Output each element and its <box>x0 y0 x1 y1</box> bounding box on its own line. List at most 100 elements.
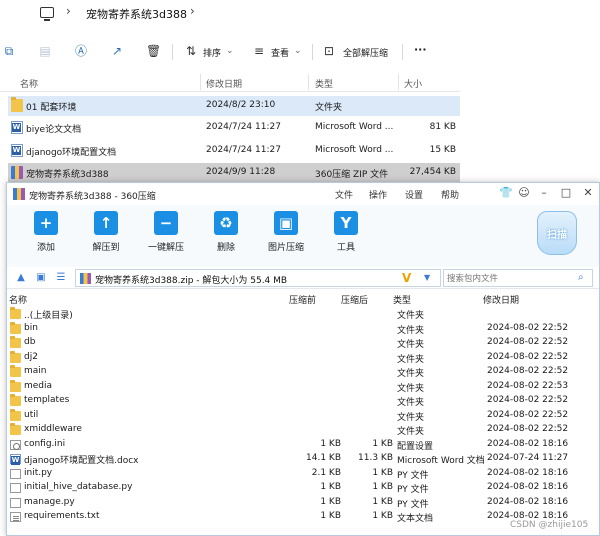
up-arrow-icon[interactable]: ▲ <box>15 272 27 283</box>
explorer-file-row[interactable]: 01 配套环境 2024/8/2 23:10 文件夹 <box>8 96 460 116</box>
scan-button[interactable]: 扫描 <box>537 211 577 255</box>
zip-file-row[interactable]: djanogo环境配置文档.docx 14.1 KB 11.3 KB Microsof… <box>7 452 599 467</box>
share-icon[interactable]: ↗ <box>110 44 124 58</box>
extract-all-icon[interactable]: ⊡ <box>322 44 336 58</box>
column-name[interactable]: 名称 <box>20 77 38 90</box>
dropdown-arrow-icon[interactable]: ▼ <box>424 273 430 282</box>
column-compressed-before[interactable]: 压缩前 <box>289 293 316 306</box>
zip-file-row[interactable]: xmiddleware 文件夹 2024-08-02 22:52 <box>7 423 599 438</box>
zip-file-row[interactable]: templates 文件夹 2024-08-02 22:52 <box>7 394 599 409</box>
zip-file-row[interactable]: initial_hive_database.py 1 KB 1 KB PY 文件 202… <box>7 481 599 496</box>
file-name: djanogo环境配置文档 <box>26 148 117 158</box>
explorer-file-row[interactable]: biye论文文档 2024/7/24 11:27 Microsoft Word … <box>8 118 460 138</box>
delete-label: 删除 <box>216 243 235 253</box>
file-date: 2024-08-02 22:52 <box>487 322 569 333</box>
feedback-icon[interactable]: ☺ <box>517 186 531 199</box>
text-file-icon <box>10 512 21 522</box>
chevron-down-icon[interactable]: ⌄ <box>226 46 234 56</box>
file-date: 2024-08-02 22:52 <box>487 337 569 347</box>
recycle-icon: ♻ <box>214 211 238 235</box>
close-icon[interactable]: ✕ <box>581 186 595 199</box>
folder-icon <box>10 321 21 334</box>
menu-operation[interactable]: 操作 <box>369 188 387 201</box>
zip-address-bar: ▲ ▣ ☰ 宠物寄养系统3d388.zip - 解包大小为 55.4 MB V … <box>7 267 599 289</box>
computer-icon[interactable] <box>40 7 54 21</box>
tools-button[interactable]: Y 工具 <box>321 211 371 253</box>
breadcrumb-current-folder[interactable]: 宠物寄养系统3d388 <box>86 6 187 22</box>
file-name: util <box>24 409 39 420</box>
file-date: 2024-08-02 18:16 <box>487 496 569 507</box>
copy-icon[interactable]: ⧉ <box>2 44 16 58</box>
extract-all-button[interactable]: 全部解压缩 <box>343 46 388 59</box>
zip-file-row[interactable]: bin 文件夹 2024-08-02 22:52 <box>7 321 599 337</box>
add-button[interactable]: + 添加 <box>21 211 71 253</box>
explorer-file-row[interactable]: 宠物寄养系统3d388 2024/9/9 11:28 360压缩 ZIP 文件 … <box>8 163 460 183</box>
sort-button[interactable]: 排序 <box>203 46 221 59</box>
file-type: Microsoft Word ... <box>315 145 394 155</box>
file-type: 文件夹 <box>397 369 425 379</box>
extract-to-icon: ↑ <box>94 211 118 235</box>
chevron-right-icon[interactable]: › <box>190 4 195 18</box>
zip-file-row[interactable]: media 文件夹 2024-08-02 22:53 <box>7 379 599 395</box>
file-date: 2024-08-02 22:52 <box>487 366 569 376</box>
chevron-right-icon[interactable]: › <box>66 4 71 18</box>
thumbnail-view-icon[interactable]: ▣ <box>35 272 47 283</box>
file-name: 01 配套环境 <box>26 103 77 113</box>
chevron-down-icon[interactable]: ⌄ <box>294 46 302 56</box>
file-compressed-size: 1 KB <box>320 438 341 449</box>
image-compress-button[interactable]: ▣ 图片压缩 <box>261 211 311 253</box>
view-icon[interactable]: ≡ <box>252 44 266 58</box>
zip-file-row[interactable]: dj2 文件夹 2024-08-02 22:52 <box>7 350 599 366</box>
column-compressed-after[interactable]: 压缩后 <box>341 293 368 306</box>
maximize-icon[interactable]: □ <box>559 186 573 199</box>
rename-icon[interactable]: Ⓐ <box>74 44 88 58</box>
menu-file[interactable]: 文件 <box>335 188 353 201</box>
archive-path-field[interactable]: 宠物寄养系统3d388.zip - 解包大小为 55.4 MB V ▼ <box>75 269 441 287</box>
zip-file-row[interactable]: ..(上级目录) 文件夹 <box>7 307 599 322</box>
column-type[interactable]: 类型 <box>393 293 411 306</box>
file-size: 81 KB <box>429 122 456 132</box>
file-size: 15 KB <box>429 145 456 155</box>
view-button[interactable]: 查看 <box>271 46 289 59</box>
skin-icon[interactable]: 👕 <box>499 186 513 199</box>
zip-file-row[interactable]: util 文件夹 2024-08-02 22:52 <box>7 408 599 424</box>
zip-file-row[interactable]: db 文件夹 2024-08-02 22:52 <box>7 336 599 351</box>
column-size[interactable]: 大小 <box>404 77 422 90</box>
v-mark-icon[interactable]: V <box>402 271 411 285</box>
file-date: 2024-08-02 22:52 <box>487 424 569 434</box>
delete-icon[interactable]: 🗑 <box>146 44 161 58</box>
search-in-archive-field[interactable]: ⌕ <box>443 269 593 287</box>
search-icon[interactable]: ⌕ <box>578 272 584 283</box>
zip-file-row[interactable]: main 文件夹 2024-08-02 22:52 <box>7 365 599 380</box>
file-name: manage.py <box>24 496 75 507</box>
column-type[interactable]: 类型 <box>315 77 333 90</box>
delete-button[interactable]: ♻ 删除 <box>201 211 251 253</box>
file-type: PY 文件 <box>397 499 429 510</box>
column-divider[interactable] <box>398 74 399 90</box>
menu-settings[interactable]: 设置 <box>405 188 423 201</box>
column-divider[interactable] <box>200 74 201 90</box>
menu-help[interactable]: 帮助 <box>441 188 459 201</box>
search-in-archive-input[interactable] <box>447 272 572 285</box>
one-click-extract-button[interactable]: − 一键解压 <box>141 211 191 253</box>
zip-window: 宠物寄养系统3d388 - 360压缩 文件 操作 设置 帮助 👕 ☺ – □ … <box>6 182 600 536</box>
paste-icon[interactable]: ▤ <box>38 44 52 58</box>
folder-icon <box>10 307 21 319</box>
minimize-icon[interactable]: – <box>537 186 551 199</box>
column-divider[interactable] <box>308 74 309 90</box>
column-name[interactable]: 名称 <box>9 293 27 306</box>
list-view-icon[interactable]: ☰ <box>55 272 67 283</box>
zip-file-row[interactable]: manage.py 1 KB 1 KB PY 文件 2024-08-02 18:16 <box>7 496 599 511</box>
more-options-button[interactable]: ··· <box>414 43 427 56</box>
column-date[interactable]: 修改日期 <box>483 293 519 306</box>
extract-to-button[interactable]: ↑ 解压到 <box>81 211 131 253</box>
explorer-file-row[interactable]: djanogo环境配置文档 2024/7/24 11:27 Microsoft … <box>8 141 460 161</box>
tools-icon: Y <box>334 211 358 235</box>
file-type: 文件夹 <box>397 311 425 321</box>
zip-toolbar: + 添加 ↑ 解压到 − 一键解压 ♻ 删除 ▣ 图片压缩 Y 工具 扫描 <box>7 205 599 267</box>
config-file-icon <box>10 439 21 450</box>
column-date[interactable]: 修改日期 <box>206 77 242 90</box>
zip-file-row[interactable]: config.ini 1 KB 1 KB 配置设置 2024-08-02 18:16 <box>7 438 599 453</box>
sort-icon[interactable]: ⇅ <box>184 44 198 58</box>
zip-file-row[interactable]: init.py 2.1 KB 1 KB PY 文件 2024-08-02 18:16 <box>7 467 599 482</box>
